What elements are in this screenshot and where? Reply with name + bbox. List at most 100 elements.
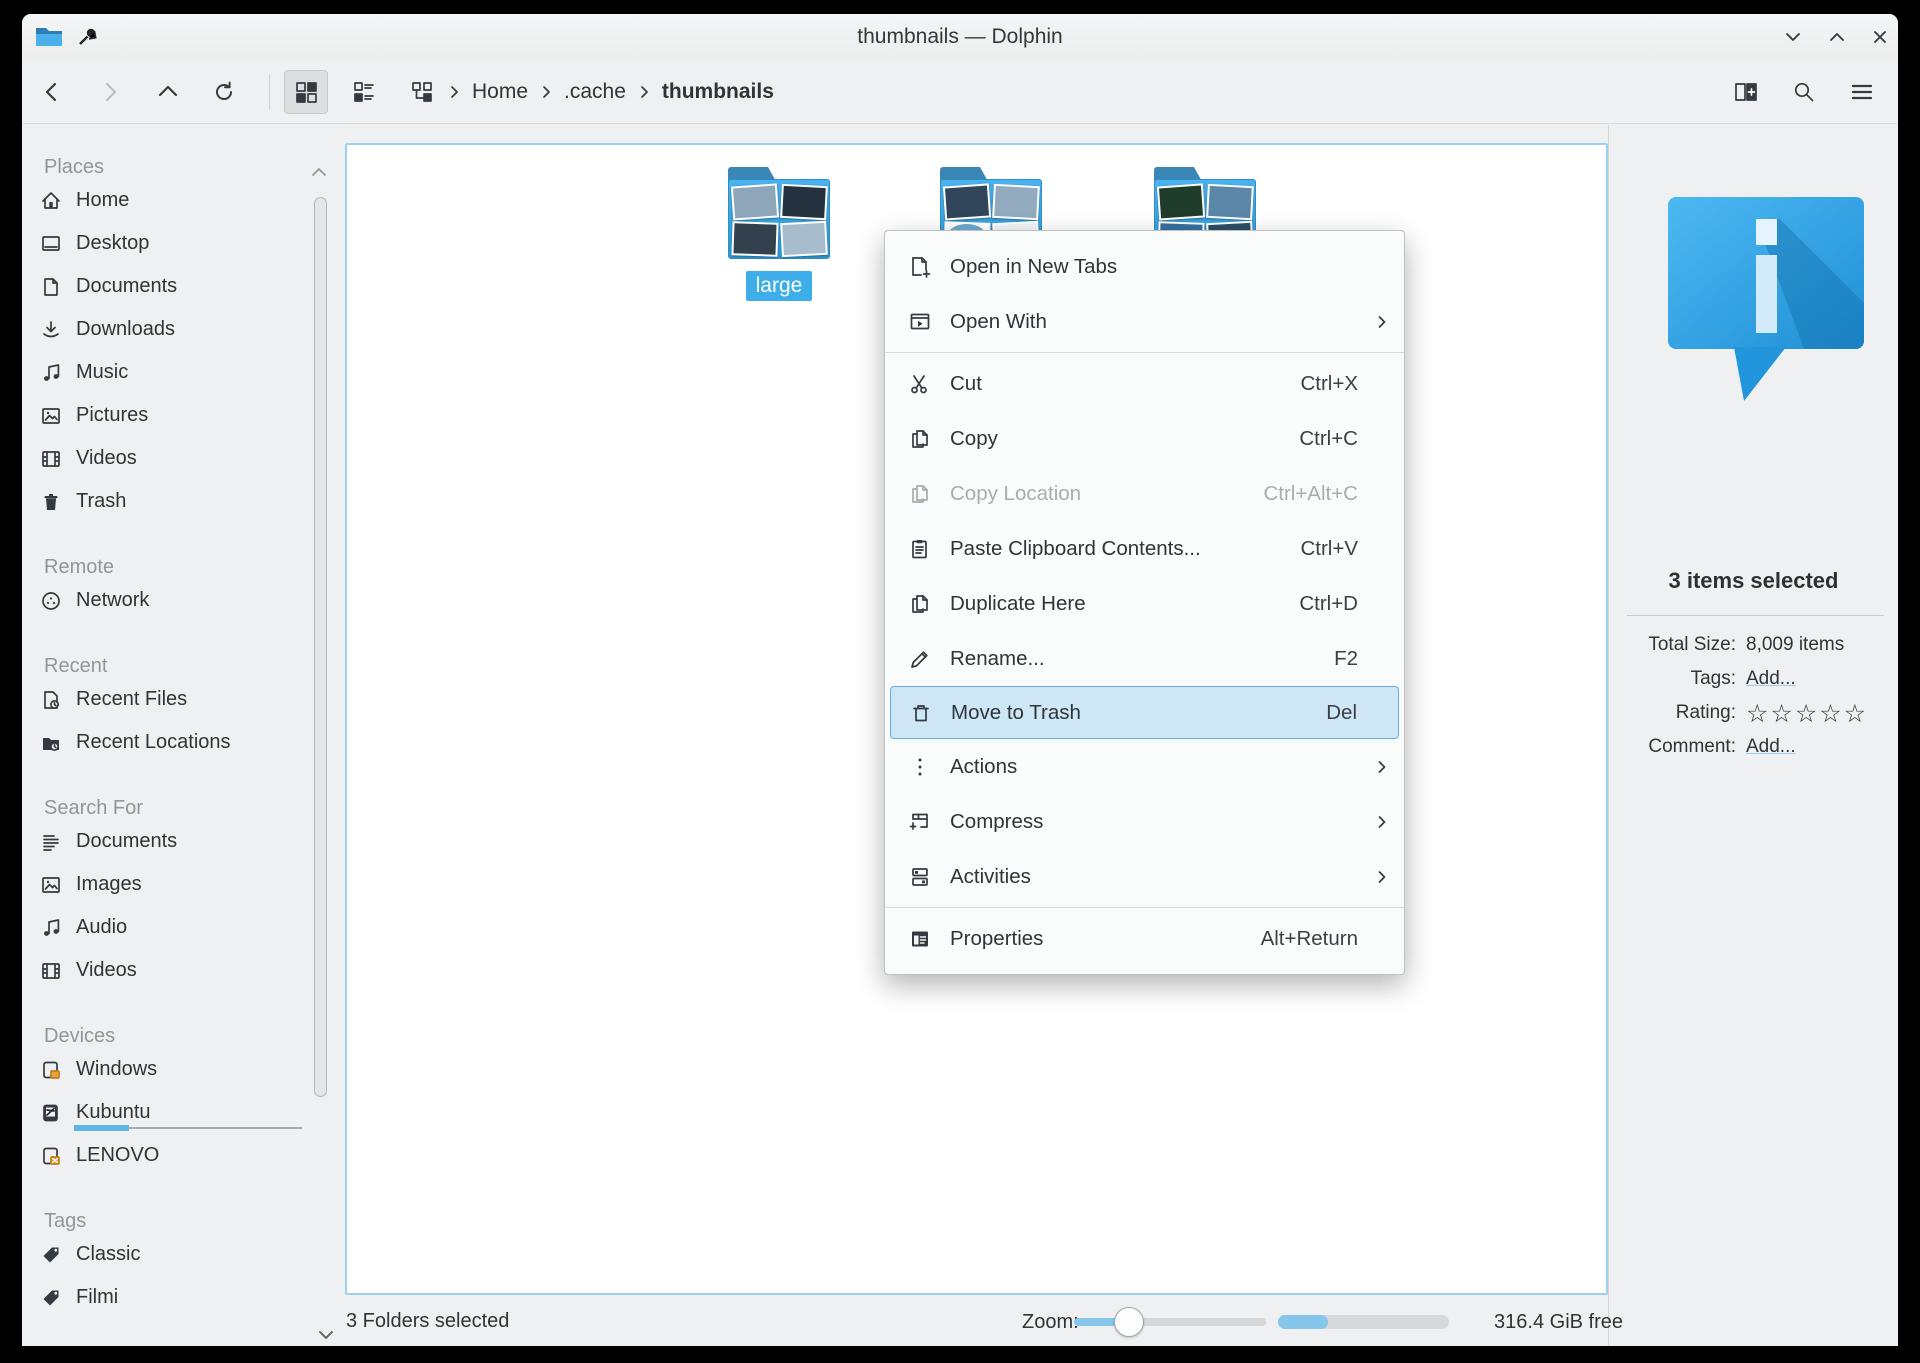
rename-icon bbox=[908, 647, 932, 671]
sidebar-item-search-images[interactable]: Images bbox=[28, 863, 344, 906]
music-icon bbox=[40, 362, 62, 384]
tags-label: Tags: bbox=[1609, 668, 1736, 690]
sidebar-item-desktop[interactable]: Desktop bbox=[28, 222, 344, 265]
sidebar-item-label: LENOVO bbox=[76, 1144, 159, 1167]
document-lines-icon bbox=[40, 831, 62, 853]
copy-location-icon bbox=[908, 482, 932, 506]
breadcrumb-cache[interactable]: .cache bbox=[560, 78, 630, 106]
tag-icon bbox=[40, 1287, 62, 1309]
sidebar-item-search-audio[interactable]: Audio bbox=[28, 906, 344, 949]
paste-icon bbox=[908, 537, 932, 561]
drive-kubuntu-icon bbox=[40, 1102, 62, 1124]
sidebar-item-kubuntu-drive[interactable]: Kubuntu bbox=[28, 1091, 344, 1134]
sidebar-item-label: Recent Locations bbox=[76, 731, 231, 754]
sidebar-scroll-up-icon[interactable] bbox=[310, 165, 328, 179]
split-view-button[interactable] bbox=[1724, 70, 1768, 114]
icons-view-button[interactable] bbox=[284, 70, 328, 114]
sidebar-item-trash[interactable]: Trash bbox=[28, 480, 344, 523]
sidebar-item-videos[interactable]: Videos bbox=[28, 437, 344, 480]
folder-icon bbox=[728, 167, 830, 259]
menu-item-move-to-trash[interactable]: Move to Trash Del bbox=[890, 686, 1399, 739]
sidebar-item-label: Filmi bbox=[76, 1286, 118, 1309]
places-panel: Places Home Desktop Documents Downloads … bbox=[22, 125, 344, 1346]
desktop-icon bbox=[40, 233, 62, 255]
sidebar-item-pictures[interactable]: Pictures bbox=[28, 394, 344, 437]
film-icon bbox=[40, 448, 62, 470]
sidebar-item-tag-classic[interactable]: Classic bbox=[28, 1233, 344, 1276]
trash-icon bbox=[40, 491, 62, 513]
drive-lenovo-icon bbox=[40, 1145, 62, 1167]
duplicate-icon bbox=[908, 592, 932, 616]
back-button[interactable] bbox=[30, 70, 74, 114]
sidebar-item-recent-files[interactable]: Recent Files bbox=[28, 678, 344, 721]
minimize-button[interactable] bbox=[1778, 23, 1808, 51]
section-header-places: Places bbox=[28, 139, 344, 179]
menu-item-paste-clipboard-contents[interactable]: Paste Clipboard Contents... Ctrl+V bbox=[885, 521, 1404, 576]
sidebar-item-windows-drive[interactable]: Windows bbox=[28, 1048, 344, 1091]
menu-item-duplicate-here[interactable]: Duplicate Here Ctrl+D bbox=[885, 576, 1404, 631]
sidebar-item-lenovo-drive[interactable]: LENOVO bbox=[28, 1134, 344, 1177]
sidebar-scroll-down-icon[interactable] bbox=[316, 1327, 336, 1343]
information-panel: 3 items selected Total Size: 8,009 items… bbox=[1608, 125, 1898, 1346]
sidebar-item-network[interactable]: Network bbox=[28, 579, 344, 622]
menu-shortcut: Ctrl+Alt+C bbox=[1263, 482, 1388, 506]
menu-item-actions[interactable]: Actions bbox=[885, 739, 1404, 794]
section-header-tags: Tags bbox=[28, 1193, 344, 1233]
rating-row: Rating: ☆☆☆☆☆ bbox=[1609, 696, 1898, 730]
menu-shortcut: Alt+Return bbox=[1261, 927, 1388, 951]
submenu-chevron-icon bbox=[1374, 814, 1390, 830]
sidebar-scrollbar[interactable] bbox=[314, 197, 327, 1097]
hamburger-menu-button[interactable] bbox=[1840, 70, 1884, 114]
menu-shortcut: Ctrl+X bbox=[1300, 372, 1388, 396]
forward-button[interactable] bbox=[88, 70, 132, 114]
sidebar-item-tag-filmi[interactable]: Filmi bbox=[28, 1276, 344, 1319]
sidebar-item-recent-locations[interactable]: Recent Locations bbox=[28, 721, 344, 764]
menu-item-cut[interactable]: Cut Ctrl+X bbox=[885, 356, 1404, 411]
zoom-slider-knob[interactable] bbox=[1114, 1307, 1144, 1337]
home-icon bbox=[40, 190, 62, 212]
rating-stars[interactable]: ☆☆☆☆☆ bbox=[1746, 701, 1868, 726]
context-menu: Open in New Tabs Open With Cut Ctrl+X Co… bbox=[884, 230, 1405, 975]
maximize-button[interactable] bbox=[1822, 23, 1852, 51]
tree-view-button[interactable] bbox=[400, 70, 444, 114]
menu-item-open-with[interactable]: Open With bbox=[885, 294, 1404, 349]
toolbar-separator bbox=[269, 74, 270, 110]
chevron-right-icon bbox=[446, 84, 462, 100]
zoom-slider[interactable] bbox=[1074, 1318, 1266, 1326]
menu-shortcut: Ctrl+V bbox=[1300, 537, 1388, 561]
titlebar[interactable]: thumbnails — Dolphin bbox=[22, 14, 1898, 60]
breadcrumb-thumbnails[interactable]: thumbnails bbox=[658, 78, 778, 106]
close-button[interactable] bbox=[1865, 23, 1895, 51]
desktop-background: thumbnails — Dolphin bbox=[0, 0, 1920, 1363]
menu-item-properties[interactable]: Properties Alt+Return bbox=[885, 911, 1404, 966]
tags-add-link[interactable]: Add... bbox=[1746, 668, 1796, 690]
sidebar-item-music[interactable]: Music bbox=[28, 351, 344, 394]
sidebar-item-documents[interactable]: Documents bbox=[28, 265, 344, 308]
menu-item-copy[interactable]: Copy Ctrl+C bbox=[885, 411, 1404, 466]
sidebar-item-downloads[interactable]: Downloads bbox=[28, 308, 344, 351]
new-tab-icon bbox=[908, 255, 932, 279]
section-header-search-for: Search For bbox=[28, 780, 344, 820]
refresh-button[interactable] bbox=[202, 70, 246, 114]
folder-large[interactable]: large bbox=[717, 167, 841, 301]
sidebar-item-label: Images bbox=[76, 873, 142, 896]
menu-item-activities[interactable]: Activities bbox=[885, 849, 1404, 904]
submenu-chevron-icon bbox=[1374, 314, 1390, 330]
cut-icon bbox=[908, 372, 932, 396]
sidebar-item-label: Documents bbox=[76, 830, 177, 853]
sidebar-item-search-documents[interactable]: Documents bbox=[28, 820, 344, 863]
search-button[interactable] bbox=[1782, 70, 1826, 114]
menu-item-compress[interactable]: Compress bbox=[885, 794, 1404, 849]
details-view-button[interactable] bbox=[342, 70, 386, 114]
menu-item-open-in-new-tabs[interactable]: Open in New Tabs bbox=[885, 239, 1404, 294]
sidebar-item-home[interactable]: Home bbox=[28, 179, 344, 222]
selection-summary: 3 items selected bbox=[1609, 568, 1898, 594]
breadcrumb-home[interactable]: Home bbox=[468, 78, 532, 106]
up-button[interactable] bbox=[146, 70, 190, 114]
sidebar-item-search-videos[interactable]: Videos bbox=[28, 949, 344, 992]
section-header-devices: Devices bbox=[28, 1008, 344, 1048]
menu-item-rename[interactable]: Rename... F2 bbox=[885, 631, 1404, 686]
comment-add-link[interactable]: Add... bbox=[1746, 736, 1796, 758]
folder-name-label: large bbox=[746, 271, 813, 301]
menu-item-copy-location: Copy Location Ctrl+Alt+C bbox=[885, 466, 1404, 521]
